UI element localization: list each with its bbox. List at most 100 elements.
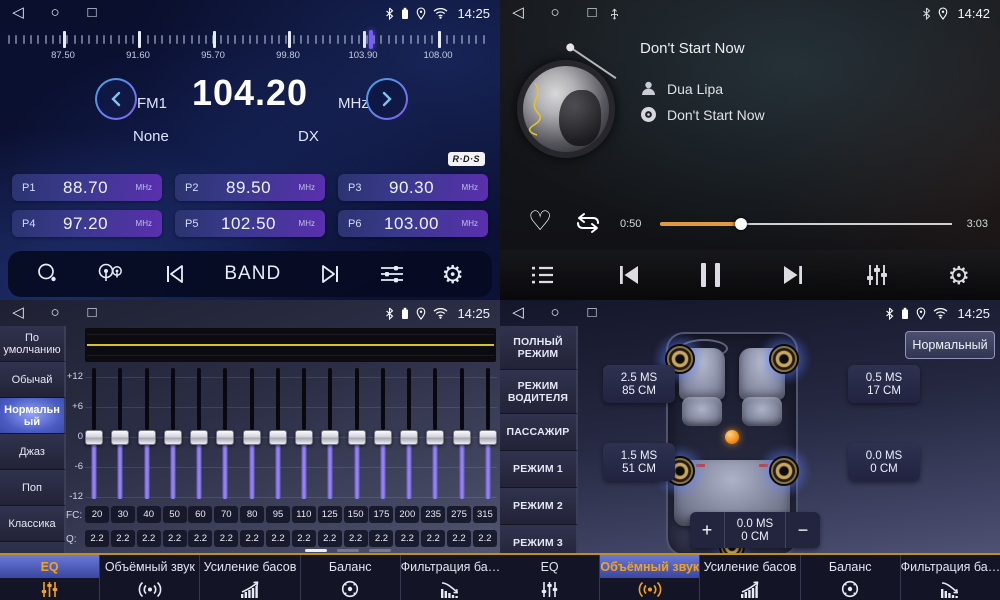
eq-band-slider[interactable] bbox=[321, 364, 339, 504]
eq-slider-handle[interactable] bbox=[243, 430, 261, 445]
profile-button[interactable]: Нормальный bbox=[905, 331, 995, 359]
home-icon[interactable]: ○ bbox=[47, 300, 63, 326]
tab-surround[interactable]: Объёмный звук bbox=[599, 555, 699, 600]
eq-band-slider[interactable] bbox=[295, 364, 313, 504]
favorite-icon[interactable]: ♡ bbox=[528, 206, 552, 237]
eq-settings-icon[interactable] bbox=[379, 263, 405, 285]
mode-1[interactable]: РЕЖИМ 1 bbox=[500, 451, 578, 488]
preset-button-p6[interactable]: P6103.00MHz bbox=[338, 210, 488, 237]
eq-band-slider[interactable] bbox=[85, 364, 103, 504]
mode-3[interactable]: РЕЖИМ 3 bbox=[500, 525, 578, 553]
frequency-ruler[interactable]: 87.50 91.60 95.70 99.80 103.90 108.00 bbox=[0, 28, 500, 64]
preset-button-p2[interactable]: P289.50MHz bbox=[175, 174, 325, 201]
scan-icon[interactable] bbox=[36, 262, 60, 286]
tab-crossover[interactable]: Фильтрация ба… bbox=[900, 555, 1000, 600]
mode-2[interactable]: РЕЖИМ 2 bbox=[500, 488, 578, 525]
preset-button-p5[interactable]: P5102.50MHz bbox=[175, 210, 325, 237]
home-icon[interactable]: ○ bbox=[547, 300, 563, 326]
eq-band-slider[interactable] bbox=[111, 364, 129, 504]
front-left-delay-button[interactable]: 2.5 MS 85 CM bbox=[603, 365, 675, 403]
home-icon[interactable]: ○ bbox=[547, 0, 563, 26]
band-button[interactable]: BAND bbox=[224, 263, 281, 285]
eq-band-slider[interactable] bbox=[138, 364, 156, 504]
repeat-icon[interactable] bbox=[572, 210, 604, 241]
progress-knob[interactable] bbox=[735, 218, 747, 230]
eq-preset-normal[interactable]: Нормальный bbox=[0, 398, 66, 434]
eq-band-slider[interactable] bbox=[216, 364, 234, 504]
decrease-button[interactable]: − bbox=[786, 512, 820, 548]
eq-slider-handle[interactable] bbox=[400, 430, 418, 445]
tune-down-button[interactable] bbox=[95, 78, 137, 120]
home-icon[interactable]: ○ bbox=[47, 0, 63, 26]
eq-slider-handle[interactable] bbox=[479, 430, 497, 445]
recents-icon[interactable]: □ bbox=[84, 0, 100, 26]
tab-eq[interactable]: EQ bbox=[500, 555, 599, 600]
playlist-icon[interactable] bbox=[530, 264, 556, 286]
eq-slider-handle[interactable] bbox=[321, 430, 339, 445]
preset-button-p4[interactable]: P497.20MHz bbox=[12, 210, 162, 237]
mode-passenger[interactable]: ПАССАЖИР bbox=[500, 414, 578, 451]
eq-slider-handle[interactable] bbox=[190, 430, 208, 445]
previous-track-icon[interactable] bbox=[615, 264, 643, 286]
eq-slider-handle[interactable] bbox=[111, 430, 129, 445]
eq-slider-handle[interactable] bbox=[269, 430, 287, 445]
settings-gear-icon[interactable]: ⚙ bbox=[442, 262, 464, 287]
tab-bass-boost[interactable]: Усиление басов bbox=[699, 555, 799, 600]
eq-band-slider[interactable] bbox=[426, 364, 444, 504]
eq-slider-handle[interactable] bbox=[85, 430, 103, 445]
next-station-icon[interactable] bbox=[317, 263, 343, 285]
listening-position-dot[interactable] bbox=[725, 430, 739, 444]
mode-driver[interactable]: РЕЖИМ ВОДИТЕЛЯ bbox=[500, 370, 578, 414]
eq-slider-handle[interactable] bbox=[348, 430, 366, 445]
eq-slider-handle[interactable] bbox=[138, 430, 156, 445]
eq-slider-handle[interactable] bbox=[374, 430, 392, 445]
eq-preset-pop[interactable]: Поп bbox=[0, 470, 66, 506]
eq-band-slider[interactable] bbox=[190, 364, 208, 504]
mode-full[interactable]: ПОЛНЫЙ РЕЖИМ bbox=[500, 326, 578, 370]
tab-balance[interactable]: Баланс bbox=[800, 555, 900, 600]
next-track-icon[interactable] bbox=[779, 264, 807, 286]
eq-preset-default[interactable]: По умолчанию bbox=[0, 326, 66, 362]
back-icon[interactable]: ◁ bbox=[510, 0, 526, 26]
tab-balance[interactable]: Баланс bbox=[300, 555, 400, 600]
rear-right-delay-button[interactable]: 0.0 MS 0 CM bbox=[848, 443, 920, 481]
tab-bass-boost[interactable]: Усиление басов bbox=[199, 555, 299, 600]
progress-bar[interactable] bbox=[660, 217, 952, 231]
eq-preset-rock[interactable]: Рок bbox=[0, 542, 66, 553]
eq-band-slider[interactable] bbox=[164, 364, 182, 504]
back-icon[interactable]: ◁ bbox=[510, 300, 526, 326]
scrollbar-thumb[interactable] bbox=[305, 549, 327, 552]
eq-band-slider[interactable] bbox=[453, 364, 471, 504]
prev-station-icon[interactable] bbox=[162, 263, 188, 285]
eq-slider-handle[interactable] bbox=[216, 430, 234, 445]
preset-button-p3[interactable]: P390.30MHz bbox=[338, 174, 488, 201]
preset-button-p1[interactable]: P188.70MHz bbox=[12, 174, 162, 201]
eq-preset-jazz[interactable]: Джаз bbox=[0, 434, 66, 470]
increase-button[interactable]: + bbox=[690, 512, 724, 548]
settings-gear-icon[interactable]: ⚙ bbox=[948, 263, 970, 288]
eq-band-slider[interactable] bbox=[400, 364, 418, 504]
tab-surround[interactable]: Объёмный звук bbox=[99, 555, 199, 600]
eq-band-slider[interactable] bbox=[374, 364, 392, 504]
front-right-delay-button[interactable]: 0.5 MS 17 CM bbox=[848, 365, 920, 403]
back-icon[interactable]: ◁ bbox=[10, 300, 26, 326]
eq-slider-handle[interactable] bbox=[426, 430, 444, 445]
recents-icon[interactable]: □ bbox=[584, 300, 600, 326]
tab-crossover[interactable]: Фильтрация ба… bbox=[400, 555, 500, 600]
tab-eq[interactable]: EQ bbox=[0, 555, 99, 600]
eq-band-slider[interactable] bbox=[269, 364, 287, 504]
eq-settings-icon[interactable] bbox=[865, 263, 889, 287]
eq-band-slider[interactable] bbox=[348, 364, 366, 504]
eq-slider-handle[interactable] bbox=[295, 430, 313, 445]
eq-slider-handle[interactable] bbox=[164, 430, 182, 445]
tune-up-button[interactable] bbox=[366, 78, 408, 120]
recents-icon[interactable]: □ bbox=[84, 300, 100, 326]
eq-band-slider[interactable] bbox=[243, 364, 261, 504]
eq-preset-custom[interactable]: Обычай bbox=[0, 362, 66, 398]
broadcast-icon[interactable] bbox=[96, 262, 126, 286]
eq-band-slider[interactable] bbox=[479, 364, 497, 504]
eq-slider-handle[interactable] bbox=[453, 430, 471, 445]
recents-icon[interactable]: □ bbox=[584, 0, 600, 26]
pause-button[interactable] bbox=[701, 263, 720, 287]
eq-preset-classic[interactable]: Классика bbox=[0, 506, 66, 542]
